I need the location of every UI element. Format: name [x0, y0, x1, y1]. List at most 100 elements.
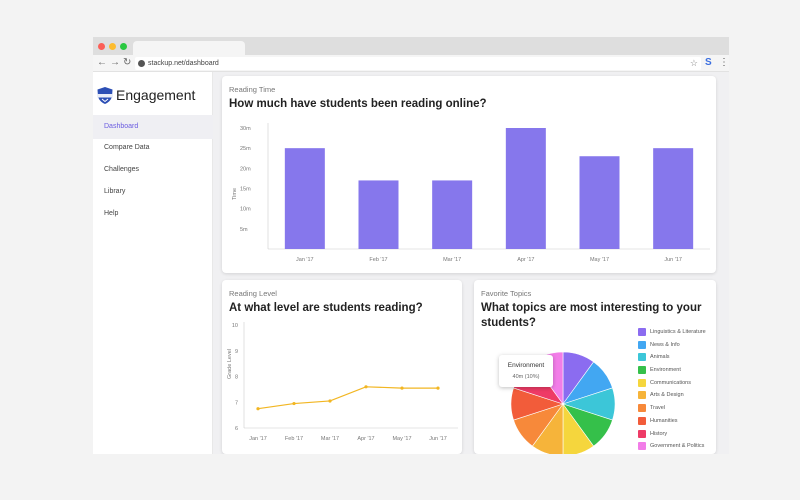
- pie-tooltip: Environment 40m (10%): [499, 355, 553, 387]
- data-point: [364, 385, 368, 389]
- x-tick-label: Jan '17: [249, 436, 267, 442]
- legend-item: Arts & Design: [638, 391, 716, 404]
- legend-item: Travel: [638, 404, 716, 417]
- y-axis-label: Grade Level: [227, 349, 233, 379]
- reading-time-bar-chart: 5m 10m 15m 20m 25m 30m Time Jan '17 Feb '17 Mar '…: [232, 123, 710, 263]
- data-point: [400, 386, 404, 390]
- dashboard-page: Engagement Dashboard Compare Data Challe…: [93, 72, 729, 454]
- reading-level-line-chart: 6 7 8 9 10 Grade Level Jan '17 Feb '17 Mar '17 Ap…: [227, 322, 458, 442]
- browser-toolbar: ← → ↻ stackup.net/dashboard ☆ S ⋮: [93, 55, 729, 72]
- forward-arrow-icon[interactable]: →: [110, 57, 120, 69]
- legend-swatch: [638, 378, 646, 387]
- data-point: [328, 399, 332, 403]
- bar: [653, 148, 694, 249]
- legend-swatch: [638, 404, 646, 413]
- bookmark-star-icon[interactable]: ☆: [690, 57, 698, 69]
- legend-item: Animals: [638, 353, 716, 366]
- close-window-button[interactable]: [98, 43, 105, 50]
- legend-swatch: [638, 340, 646, 349]
- legend-item: News & Info: [638, 340, 716, 354]
- legend-item: Government & Politics: [638, 442, 716, 454]
- x-tick-label: Feb '17: [285, 436, 303, 442]
- legend-label: Travel: [650, 405, 666, 412]
- bar: [358, 180, 399, 249]
- x-tick-label: Apr '17: [357, 436, 374, 442]
- y-axis-label: Time: [232, 188, 238, 200]
- legend-label: History: [650, 430, 668, 437]
- reading-level-card: Reading Level At what level are students…: [222, 280, 462, 454]
- y-tick-label: 8: [235, 375, 238, 381]
- y-tick-label: 5m: [240, 227, 248, 233]
- bar: [505, 128, 546, 249]
- tab-bar: [93, 37, 729, 55]
- x-tick-label: May '17: [590, 257, 609, 263]
- legend-swatch: [638, 391, 646, 400]
- x-tick-label: Jun '17: [429, 436, 447, 442]
- y-tick-label: 7: [235, 400, 238, 406]
- pie-legend: Linguistics & Literature News & Info Anima…: [638, 328, 716, 454]
- reading-time-card: Reading Time How much have students been…: [222, 76, 716, 273]
- bar: [284, 148, 325, 249]
- extension-icon[interactable]: S: [705, 57, 712, 69]
- legend-label: Communications: [650, 379, 691, 386]
- browser-window: ← → ↻ stackup.net/dashboard ☆ S ⋮ Engage…: [93, 37, 729, 454]
- x-tick-label: Apr '17: [517, 257, 534, 263]
- legend-item: Communications: [638, 378, 716, 392]
- data-point: [256, 407, 260, 411]
- x-tick-label: Jan '17: [296, 257, 314, 263]
- legend-item: Environment: [638, 366, 716, 379]
- y-tick-label: 25m: [240, 146, 251, 152]
- legend-item: Humanities: [638, 416, 716, 430]
- minimize-window-button[interactable]: [109, 43, 116, 50]
- legend-label: Government & Politics: [650, 443, 705, 450]
- legend-swatch: [638, 328, 646, 336]
- legend-label: Animals: [650, 354, 670, 361]
- sidebar-item-help[interactable]: Help: [93, 202, 213, 226]
- reload-icon[interactable]: ↻: [123, 57, 131, 69]
- sidebar: Engagement Dashboard Compare Data Challe…: [93, 72, 213, 454]
- sidebar-item-compare-data[interactable]: Compare Data: [93, 136, 213, 160]
- legend-label: Arts & Design: [650, 392, 684, 399]
- legend-swatch: [638, 353, 646, 362]
- browser-tab[interactable]: [133, 41, 245, 55]
- legend-label: Environment: [650, 367, 681, 374]
- site-info-icon[interactable]: [138, 60, 145, 67]
- legend-item: History: [638, 429, 716, 443]
- y-tick-label: 30m: [240, 126, 251, 132]
- back-arrow-icon[interactable]: ←: [97, 57, 107, 69]
- legend-swatch: [638, 429, 646, 438]
- browser-menu-icon[interactable]: ⋮: [719, 57, 729, 69]
- series-line: [257, 386, 438, 410]
- legend-label: Humanities: [650, 417, 678, 424]
- y-tick-label: 15m: [240, 187, 251, 193]
- app-title: Engagement: [116, 87, 196, 103]
- data-point: [292, 401, 296, 406]
- y-tick-label: 10m: [240, 207, 251, 213]
- y-tick-label: 6: [235, 426, 238, 432]
- sidebar-item-challenges[interactable]: Challenges: [93, 158, 213, 182]
- sidebar-item-library[interactable]: Library: [93, 180, 213, 204]
- x-tick-label: Mar '17: [321, 436, 339, 442]
- data-point: [436, 386, 440, 390]
- legend-item: Linguistics & Literature: [638, 328, 716, 341]
- address-bar[interactable]: stackup.net/dashboard ☆: [135, 57, 701, 70]
- y-tick-label: 9: [235, 349, 238, 355]
- bar: [579, 156, 620, 249]
- legend-swatch: [638, 416, 646, 425]
- legend-label: Linguistics & Literature: [650, 329, 706, 335]
- x-tick-label: Mar '17: [443, 257, 461, 263]
- x-tick-label: May '17: [392, 436, 411, 442]
- url-text[interactable]: stackup.net/dashboard: [148, 58, 219, 69]
- bar: [432, 180, 473, 249]
- legend-label: News & Info: [650, 341, 680, 348]
- tooltip-title: Environment: [507, 362, 545, 369]
- tooltip-value: 40m (10%): [512, 374, 540, 380]
- x-tick-label: Feb '17: [369, 257, 387, 263]
- legend-swatch: [638, 366, 646, 375]
- y-tick-label: 10: [232, 323, 238, 329]
- legend-swatch: [638, 442, 646, 451]
- favorite-topics-card: Favorite Topics What topics are most int…: [474, 280, 716, 454]
- x-tick-label: Jun '17: [664, 257, 682, 263]
- maximize-window-button[interactable]: [120, 43, 127, 50]
- y-tick-label: 20m: [240, 166, 251, 172]
